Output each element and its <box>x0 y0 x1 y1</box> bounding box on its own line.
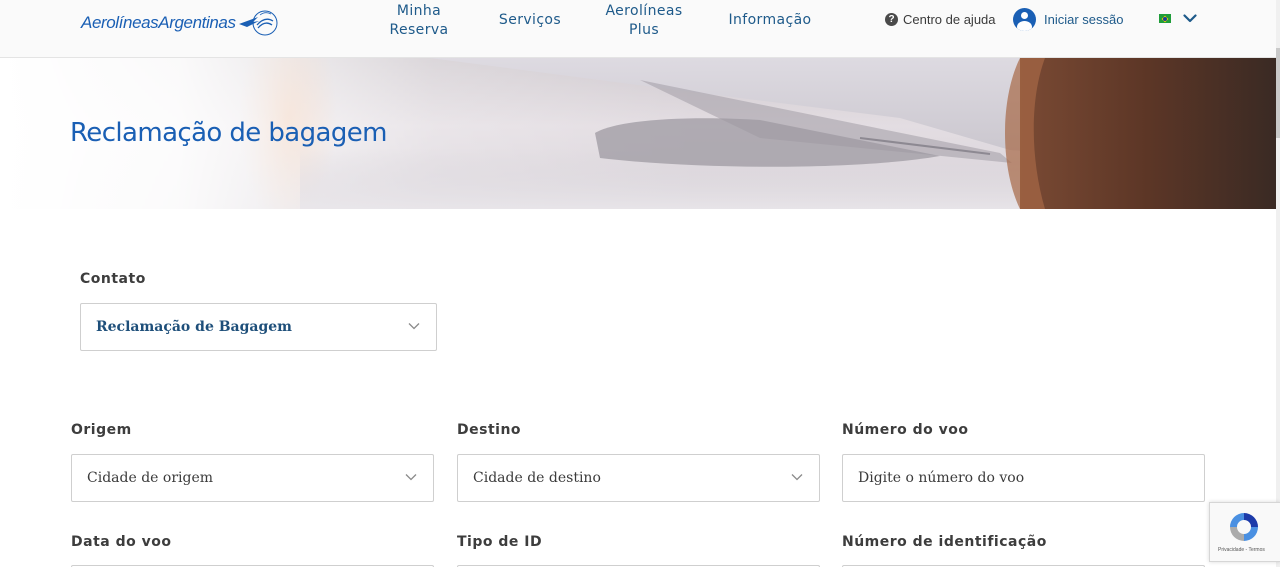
chevron-down-icon <box>791 474 803 481</box>
user-icon <box>1013 8 1036 31</box>
contato-select-value: Reclamação de Bagagem <box>96 319 292 335</box>
nav-minha-reserva[interactable]: Minha Reserva <box>380 2 458 40</box>
page-title: Reclamação de bagagem <box>70 118 387 148</box>
contato-label: Contato <box>80 271 146 287</box>
nav-plus-line2: Plus <box>628 22 660 38</box>
login-button[interactable]: Iniciar sessão <box>1013 8 1123 31</box>
destino-select[interactable]: Cidade de destino <box>457 454 820 502</box>
nav-informacao[interactable]: Informação <box>720 11 820 30</box>
destino-placeholder: Cidade de destino <box>473 470 601 486</box>
numero-identificacao-label: Número de identificação <box>842 534 1047 550</box>
origem-placeholder: Cidade de origem <box>87 470 214 486</box>
recaptcha-icon <box>1230 513 1258 541</box>
help-center-label: Centro de ajuda <box>903 12 996 27</box>
data-voo-label: Data do voo <box>71 534 172 550</box>
origem-select[interactable]: Cidade de origem <box>71 454 434 502</box>
aerolineas-logo[interactable]: AerolíneasArgentinas <box>81 8 278 38</box>
chevron-down-icon <box>1183 14 1197 23</box>
top-navigation-bar: AerolíneasArgentinas Minha Reserva Servi… <box>0 0 1276 58</box>
chevron-down-icon <box>408 323 420 330</box>
skyteam-seal-icon <box>252 10 278 36</box>
language-selector[interactable] <box>1159 14 1197 23</box>
brazil-flag-icon <box>1159 14 1171 23</box>
recaptcha-footer[interactable]: Privacidade - Termos <box>1218 547 1265 553</box>
numero-voo-label: Número do voo <box>842 422 969 438</box>
contato-select[interactable]: Reclamação de Bagagem <box>80 303 437 351</box>
nav-plus-line1: Aerolíneas <box>605 3 683 19</box>
nav-minha-reserva-line2: Reserva <box>389 22 449 38</box>
question-mark-icon: ? <box>885 13 898 26</box>
page-scrollbar[interactable] <box>1276 0 1280 567</box>
numero-voo-placeholder: Digite o número do voo <box>858 470 1025 486</box>
destino-label: Destino <box>457 422 522 438</box>
origem-label: Origem <box>71 422 132 438</box>
recaptcha-badge[interactable]: Privacidade - Termos <box>1209 502 1280 562</box>
nav-minha-reserva-line1: Minha <box>396 3 442 19</box>
numero-voo-input[interactable]: Digite o número do voo <box>842 454 1205 502</box>
help-center-link[interactable]: ? Centro de ajuda <box>885 12 996 27</box>
chevron-down-icon <box>405 474 417 481</box>
hero-banner: Reclamação de bagagem <box>0 58 1276 209</box>
tipo-id-label: Tipo de ID <box>457 534 543 550</box>
login-label: Iniciar sessão <box>1044 12 1124 27</box>
nav-aerolineas-plus[interactable]: Aerolíneas Plus <box>596 2 692 40</box>
logo-text: AerolíneasArgentinas <box>81 13 236 32</box>
nav-servicos[interactable]: Serviços <box>490 11 570 30</box>
